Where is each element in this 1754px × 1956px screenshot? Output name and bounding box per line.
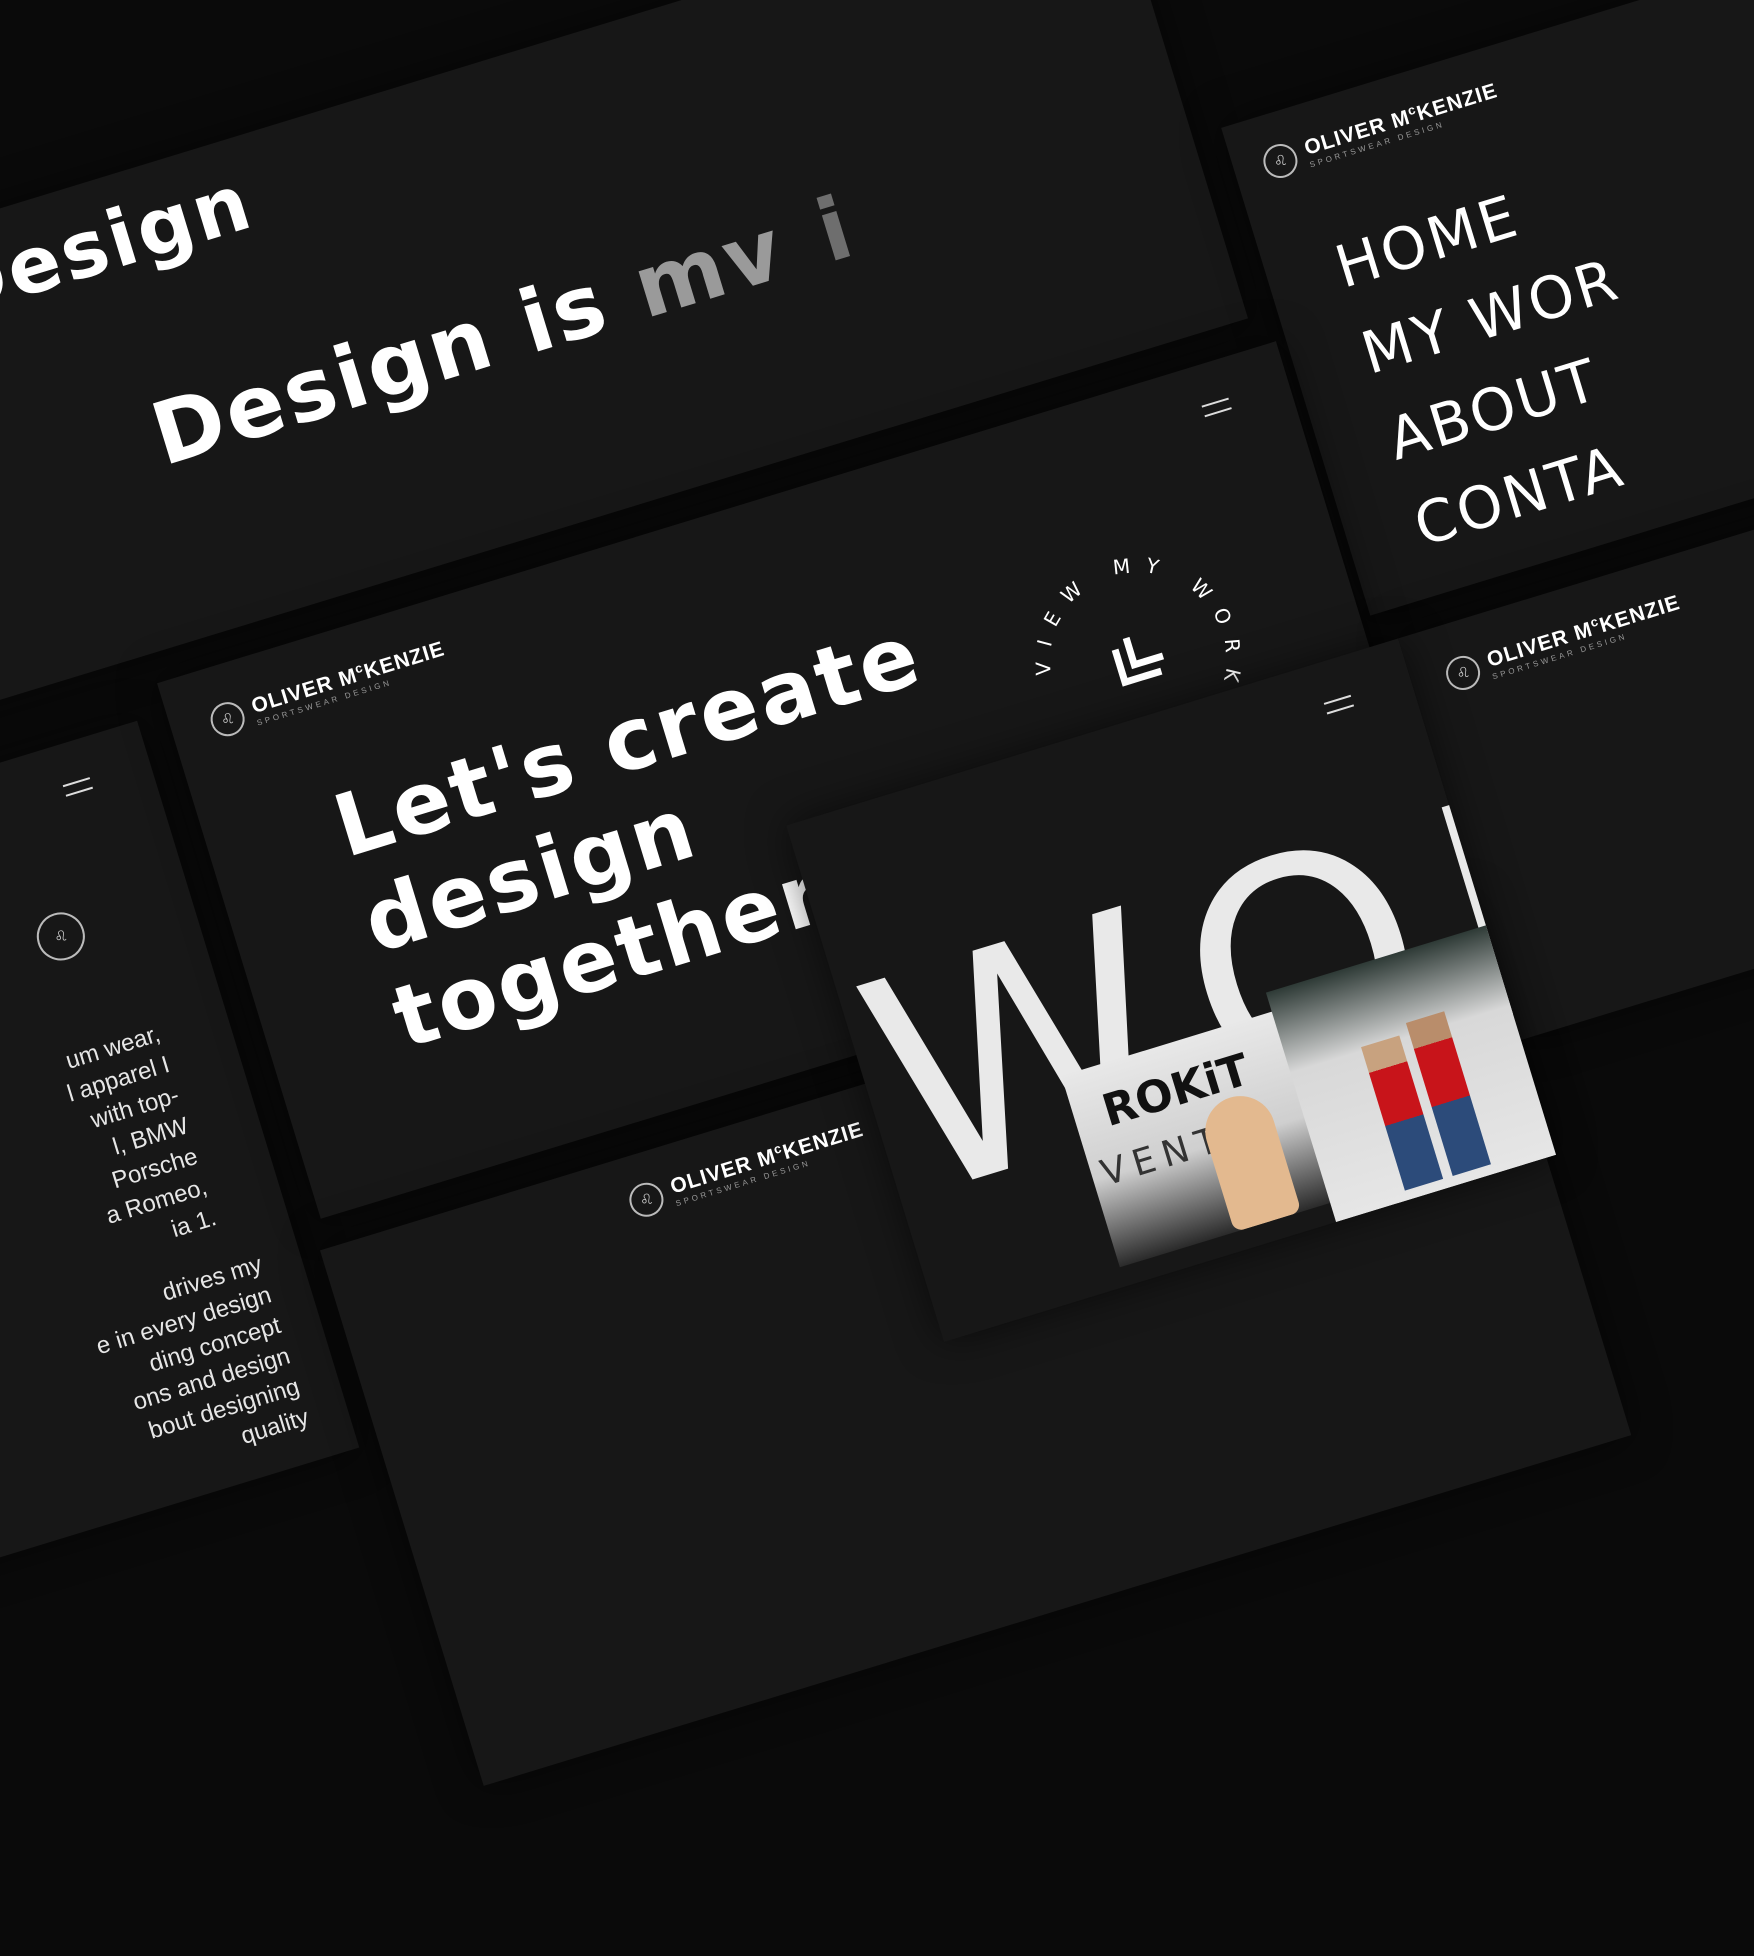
lion-logo-icon: ♌ bbox=[1441, 651, 1485, 695]
lion-logo-icon: ♌ bbox=[1259, 139, 1302, 183]
nav-logo[interactable]: ♌ OLIVER McKENZIE SPORTSWEAR DESIGN bbox=[1259, 78, 1503, 183]
about-paragraph-1: um wear, l apparel I with top- l, BMW Po… bbox=[62, 1020, 220, 1244]
side-logo[interactable]: ♌ OLIVER McKENZIE SPORTSWEAR DESIGN bbox=[1441, 590, 1686, 695]
menu-icon[interactable] bbox=[62, 777, 94, 797]
menu-icon[interactable] bbox=[1323, 694, 1355, 715]
mockup-stage: Design Design is mv i ♌ OLIVER McKENZIE S… bbox=[0, 0, 1754, 1786]
headline-top-line: Design bbox=[0, 156, 264, 337]
hero-logo[interactable]: ♌ OLIVER McKENZIE SPORTSWEAR DESIGN bbox=[206, 636, 450, 741]
menu-icon[interactable] bbox=[1201, 397, 1232, 418]
lion-logo-icon: ♌ bbox=[206, 697, 249, 741]
headline-main-part1: Design is bbox=[140, 242, 652, 486]
lion-logo-icon: ♌ bbox=[30, 906, 91, 967]
headline-main-part2: mv bbox=[622, 198, 797, 339]
lion-logo-icon: ♌ bbox=[625, 1178, 668, 1221]
person-figure bbox=[1196, 1087, 1302, 1233]
headline-main-part3: i bbox=[805, 177, 866, 283]
double-chevron-down-icon bbox=[1111, 636, 1165, 687]
works-logo[interactable]: ♌ OLIVER McKENZIE SPORTSWEAR DESIGN bbox=[625, 1117, 869, 1221]
about-paragraph-2: drives my e in every design ding concept… bbox=[93, 1250, 313, 1450]
